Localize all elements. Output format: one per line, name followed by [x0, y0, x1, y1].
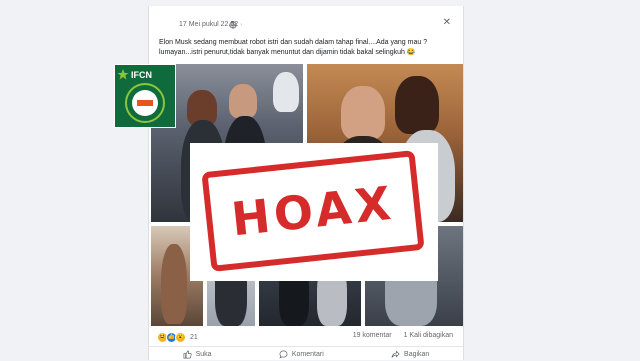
like-label: Suka — [195, 350, 212, 358]
globe-icon — [229, 21, 237, 29]
post-header: 17 Mei pukul 22.52 · ✕ — [149, 6, 463, 34]
hoax-stamp-text: HOAX — [228, 175, 398, 247]
reaction-summary[interactable]: 😆 👍 😮 21 — [157, 332, 198, 343]
comment-icon — [279, 350, 288, 358]
hoax-label-overlay: HOAX — [190, 143, 438, 281]
comment-label: Komentari — [291, 350, 324, 358]
hoax-stamp: HOAX — [201, 150, 425, 272]
share-count[interactable]: 1 Kali dibagikan — [404, 332, 453, 339]
engagement-counts: 19 komentar 1 Kali dibagikan — [343, 332, 453, 339]
like-button[interactable]: Suka — [183, 350, 212, 359]
close-icon[interactable]: ✕ — [443, 18, 451, 28]
svg-text:IFCN: IFCN — [131, 70, 152, 80]
share-icon — [391, 349, 400, 358]
post-stats: 😆 👍 😮 21 19 komentar 1 Kali dibagikan — [157, 332, 457, 344]
post-caption: Elon Musk sedang membuat robot istri dan… — [159, 38, 449, 58]
share-label: Bagikan — [404, 350, 430, 358]
comment-count[interactable]: 19 komentar — [353, 332, 392, 339]
ifcn-signatory-logo: IFCN — [114, 64, 176, 128]
caption-line-1: Elon Musk sedang membuat robot istri dan… — [159, 39, 428, 46]
wow-reaction-icon: 😮 — [175, 332, 186, 343]
thumbs-up-icon — [183, 350, 192, 358]
share-button[interactable]: Bagikan — [391, 349, 430, 359]
post-action-bar: Suka Komentari Bagikan — [149, 346, 463, 361]
comment-button[interactable]: Komentari — [279, 350, 324, 359]
caption-line-2: lumayan...istri penurut,tidak banyak men… — [159, 49, 416, 56]
reaction-count: 21 — [190, 334, 198, 341]
